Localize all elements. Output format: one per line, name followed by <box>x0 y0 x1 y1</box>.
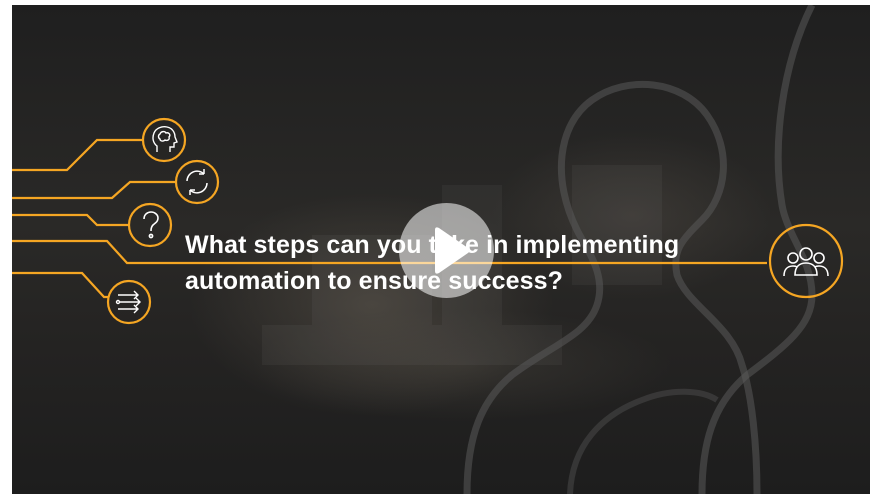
play-icon <box>435 227 470 274</box>
people-group-icon <box>783 247 829 277</box>
large-figure-outline-3 <box>567 388 719 494</box>
refresh-cycle-icon <box>186 169 208 195</box>
arrows-flow-icon <box>115 290 141 314</box>
question-mark-icon <box>143 211 159 239</box>
circuit-line-1 <box>12 138 142 172</box>
brain-head-icon <box>152 126 178 152</box>
video-player[interactable]: What steps can you take in implementing … <box>12 5 870 494</box>
play-button[interactable] <box>399 203 494 298</box>
circuit-line-5 <box>12 271 108 299</box>
circuit-line-2 <box>12 180 175 200</box>
circuit-line-3 <box>12 213 128 227</box>
